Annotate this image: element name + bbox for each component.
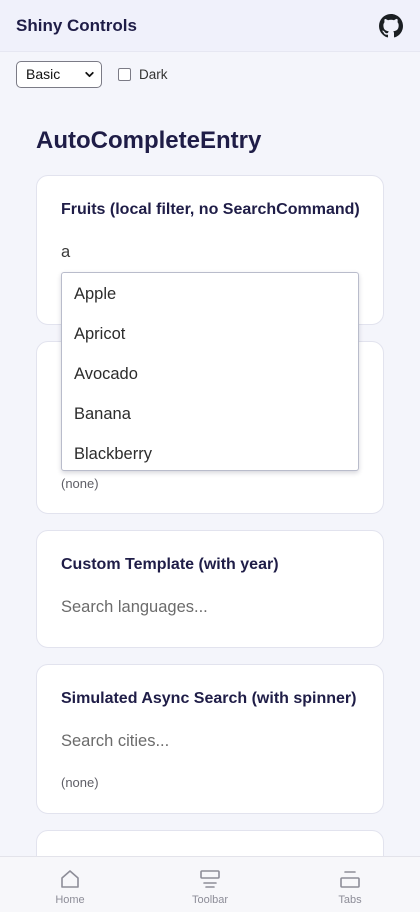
dark-toggle[interactable]: Dark [118, 67, 168, 82]
tab-tabs-label: Tabs [338, 894, 362, 906]
suggestion-item[interactable]: Avocado [62, 354, 358, 394]
selected-value-label: (none) [61, 775, 99, 790]
suggestions-dropdown: Apple Apricot Avocado Banana Blackberry [61, 272, 359, 471]
suggestion-item[interactable]: Blackberry [62, 434, 358, 474]
cities-search-input[interactable]: Search cities... [61, 732, 169, 751]
home-icon [61, 870, 79, 888]
page-title: AutoCompleteEntry [36, 127, 262, 154]
dark-label: Dark [139, 66, 168, 82]
controls-row: Basic Dark [16, 60, 168, 88]
theme-select-value: Basic [26, 66, 61, 82]
bottom-tab-bar: Home Toolbar Tabs [0, 856, 420, 912]
suggestion-item[interactable]: Banana [62, 394, 358, 434]
tab-tabs[interactable]: Tabs [315, 857, 385, 912]
custom-template-title: Custom Template (with year) [61, 556, 279, 573]
tab-toolbar-label: Toolbar [191, 894, 229, 906]
tabs-icon [340, 871, 360, 888]
tab-home[interactable]: Home [35, 857, 105, 912]
languages-search-input[interactable]: Search languages... [61, 598, 208, 617]
app-title: Shiny Controls [16, 15, 137, 35]
chevron-down-icon [85, 71, 94, 77]
app-header: Shiny Controls [0, 0, 420, 52]
tab-home-label: Home [55, 894, 85, 906]
async-search-title: Simulated Async Search (with spinner) [61, 690, 357, 707]
tab-toolbar[interactable]: Toolbar [175, 857, 245, 912]
async-search-card: Simulated Async Search (with spinner) Se… [36, 664, 384, 814]
fruits-entry[interactable]: a [61, 243, 70, 262]
suggestion-item[interactable]: Apricot [62, 314, 358, 354]
github-icon[interactable] [378, 13, 404, 39]
theme-select[interactable]: Basic [16, 60, 102, 88]
toolbar-icon [200, 870, 220, 888]
dark-checkbox[interactable] [118, 67, 131, 81]
custom-template-card: Custom Template (with year) Search langu… [36, 530, 384, 648]
fruits-card-title: Fruits (local filter, no SearchCommand) [61, 201, 360, 218]
selected-value-label: (none) [61, 476, 99, 491]
suggestion-item[interactable]: Apple [62, 274, 358, 314]
